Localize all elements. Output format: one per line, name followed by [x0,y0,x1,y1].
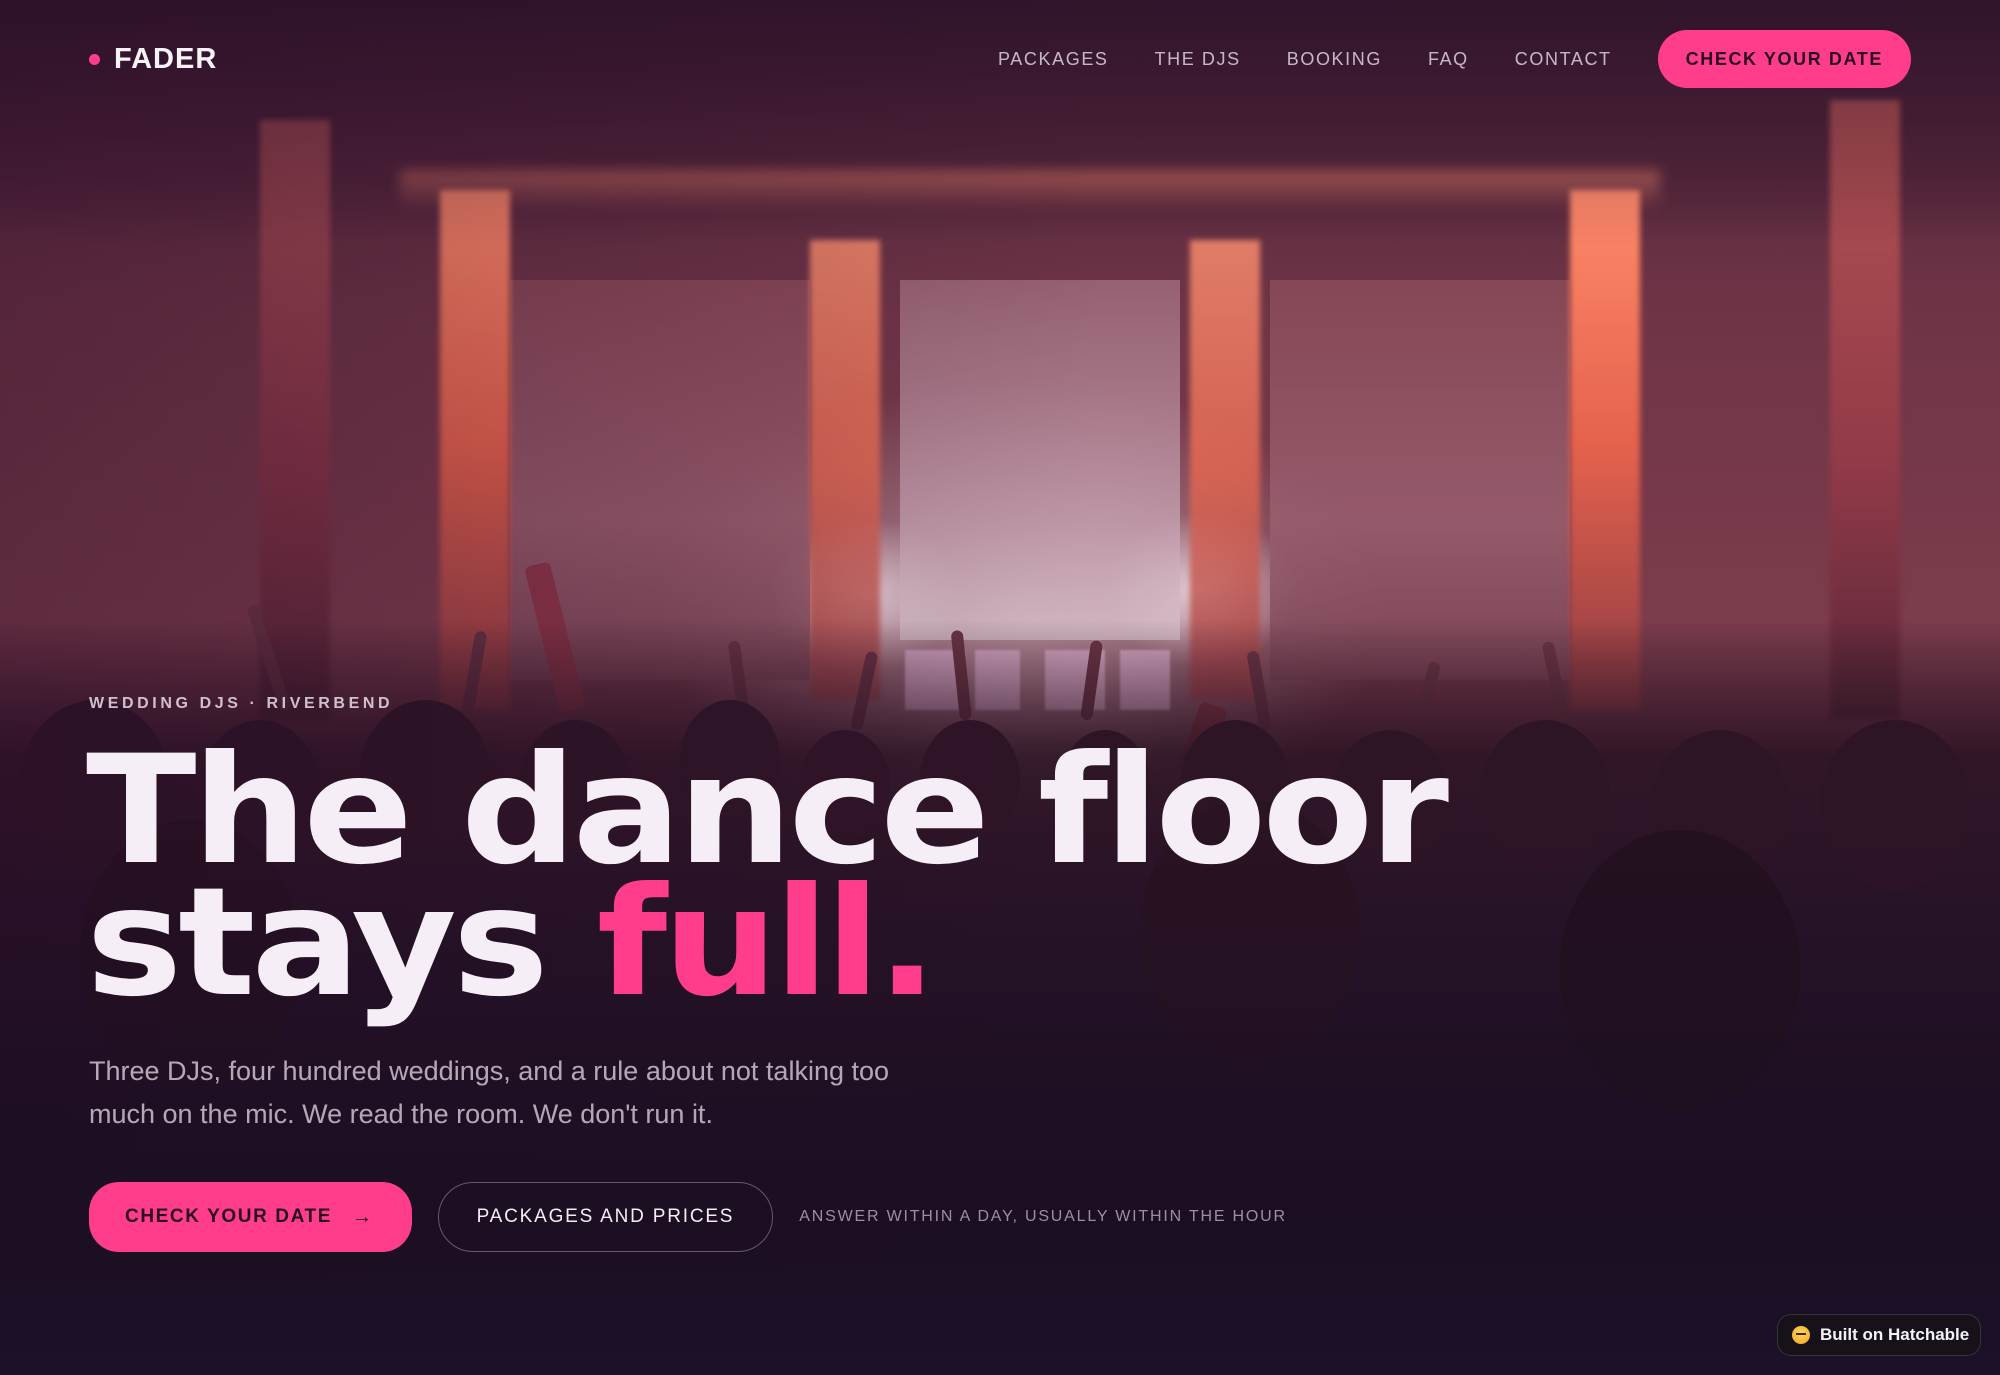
arrow-right-icon: → [351,1205,374,1228]
nav-item-faq[interactable]: FAQ [1428,49,1469,70]
nav-item-contact[interactable]: CONTACT [1515,49,1612,70]
nav-item-packages[interactable]: PACKAGES [998,49,1109,70]
nav-check-date-button[interactable]: CHECK YOUR DATE [1657,30,1911,88]
headline-accent: full. [596,856,938,1030]
hero-headline: The dance floor stays full. [86,736,1449,1018]
badge-label: Built on Hatchable [1820,1325,1970,1344]
nav-item-the-djs[interactable]: THE DJS [1155,49,1241,70]
hero-background-photo [0,0,2000,1375]
logo-dot-icon [89,53,100,65]
logo[interactable]: FADER [89,43,217,76]
subtitle-line-2: much on the mic. We read the room. We do… [89,1099,713,1129]
logo-text: FADER [114,42,218,75]
hero-subtitle: Three DJs, four hundred weddings, and a … [89,1050,959,1136]
packages-and-prices-button[interactable]: PACKAGES AND PRICES [437,1182,774,1252]
check-your-date-button[interactable]: CHECK YOUR DATE → [89,1182,412,1252]
headline-line-2: stays [86,856,597,1030]
hero-cta-row: CHECK YOUR DATE → PACKAGES AND PRICES AN… [89,1182,1287,1252]
hero-eyebrow: WEDDING DJS · RIVERBEND [89,695,394,712]
nav-item-booking[interactable]: BOOKING [1287,49,1382,70]
check-your-date-label: CHECK YOUR DATE [125,1206,332,1227]
subtitle-line-1: Three DJs, four hundred weddings, and a … [89,1056,890,1086]
response-time-note: ANSWER WITHIN A DAY, USUALLY WITHIN THE … [799,1208,1287,1225]
built-on-hatchable-badge[interactable]: Built on Hatchable [1777,1314,1981,1356]
site-header: FADER PACKAGES THE DJS BOOKING FAQ CONTA… [89,30,1911,88]
main-nav: PACKAGES THE DJS BOOKING FAQ CONTACT CHE… [998,30,1911,88]
hatchable-icon [1792,1326,1810,1344]
